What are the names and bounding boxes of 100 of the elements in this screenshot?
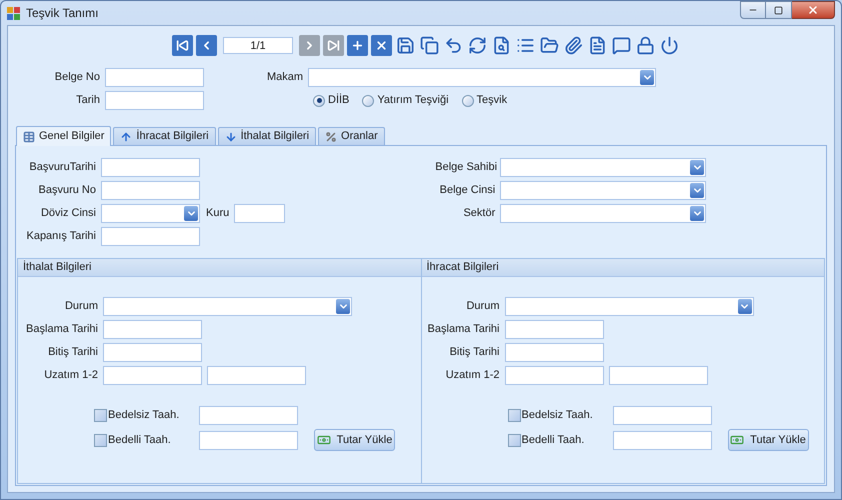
dropdown-field[interactable] — [504, 297, 754, 316]
field-label: Uzatım 1-2 — [43, 368, 98, 384]
field-label: Uzatım 1-2 — [444, 368, 500, 384]
save-icon — [396, 36, 415, 55]
text-field[interactable] — [207, 366, 306, 385]
field-label: Kuru — [206, 206, 230, 222]
last-icon — [327, 39, 340, 52]
load-amount-button[interactable]: Tutar Yükle — [728, 429, 808, 451]
field-label: Başlama Tarihi — [426, 322, 500, 338]
percent-icon — [325, 130, 338, 142]
tab[interactable]: İthalat Bilgileri — [218, 127, 316, 145]
dropdown-field[interactable] — [500, 204, 706, 223]
first-icon — [176, 39, 189, 52]
text-field[interactable] — [199, 430, 298, 450]
dropdown-field[interactable] — [101, 204, 200, 223]
dropdown-field[interactable] — [308, 68, 656, 87]
maximize-button[interactable] — [766, 1, 792, 19]
toolbar-button[interactable] — [371, 35, 392, 56]
field-label: Durum — [64, 299, 98, 314]
close-button[interactable] — [792, 1, 835, 19]
text-field[interactable] — [504, 343, 604, 362]
text-field[interactable] — [101, 227, 200, 246]
field-label: Bitiş Tarihi — [448, 345, 500, 360]
text-field[interactable] — [504, 320, 604, 339]
radio-button[interactable] — [362, 94, 374, 106]
folder-icon — [540, 36, 559, 55]
delete-icon — [375, 39, 388, 52]
group-title: İhracat Bilgileri — [426, 260, 499, 276]
money-icon — [730, 433, 744, 447]
field-label: Belge Sahibi — [435, 160, 496, 176]
toolbar-button[interactable] — [419, 35, 440, 56]
table-icon — [23, 130, 35, 142]
field-label: Kapanış Tarihi — [25, 229, 96, 244]
page-field[interactable]: 1/1 — [223, 37, 293, 54]
text-field[interactable] — [101, 158, 200, 177]
toolbar-button[interactable] — [395, 35, 416, 56]
app-icon — [7, 6, 20, 20]
comment-icon — [612, 36, 631, 55]
checkbox-label: Bedelsiz Taah. — [522, 408, 593, 424]
load-amount-button[interactable]: Tutar Yükle — [314, 429, 395, 451]
toolbar-button[interactable] — [347, 35, 368, 56]
toolbar-button[interactable] — [196, 35, 217, 56]
field-label: Belge No — [54, 70, 100, 86]
document-icon — [588, 36, 607, 55]
text-field[interactable] — [101, 181, 200, 200]
tab[interactable]: Oranlar — [318, 127, 385, 145]
save-copy-icon — [420, 36, 439, 55]
toolbar-button[interactable] — [635, 35, 656, 56]
toolbar-button[interactable] — [659, 35, 680, 56]
text-field[interactable] — [103, 343, 202, 362]
text-field[interactable] — [105, 68, 204, 87]
paperclip-icon — [564, 36, 583, 55]
down-arrow-icon — [224, 130, 237, 142]
field-label: Belge Cinsi — [438, 183, 496, 198]
radio-label: DİİB — [328, 92, 350, 108]
text-field[interactable] — [504, 366, 604, 385]
field-label: Durum — [465, 299, 500, 314]
toolbar-button[interactable] — [467, 35, 488, 56]
dropdown-field[interactable] — [500, 158, 706, 177]
preview-icon — [492, 36, 511, 55]
radio-button[interactable] — [313, 94, 325, 106]
text-field[interactable] — [103, 320, 202, 339]
checkbox[interactable] — [508, 409, 520, 422]
toolbar-button[interactable] — [563, 35, 584, 56]
text-field[interactable] — [608, 366, 708, 385]
field-label: Döviz Cinsi — [40, 206, 96, 222]
field-label: Başlama Tarihi — [25, 322, 98, 338]
text-field[interactable] — [612, 406, 712, 425]
field-label: Sektör — [462, 206, 496, 222]
field-label: Bitiş Tarihi — [47, 345, 98, 360]
dropdown-field[interactable] — [500, 181, 706, 200]
text-field[interactable] — [234, 204, 286, 223]
toolbar-button[interactable] — [172, 35, 193, 56]
dropdown-field[interactable] — [103, 297, 352, 316]
text-field[interactable] — [105, 91, 204, 110]
text-field[interactable] — [612, 430, 712, 450]
radio-label: Yatırım Teşviği — [377, 93, 449, 108]
checkbox[interactable] — [94, 409, 107, 422]
field-label: Makam — [266, 70, 303, 86]
checkbox-label: Bedelsiz Taah. — [108, 408, 180, 424]
checkbox[interactable] — [508, 434, 520, 446]
text-field[interactable] — [199, 406, 298, 425]
lock-icon — [636, 36, 655, 55]
money-icon — [316, 433, 331, 447]
field-label: Tarih — [75, 93, 100, 108]
tab[interactable]: Genel Bilgiler — [16, 126, 112, 146]
undo-icon — [444, 36, 463, 55]
field-label: Başvuru No — [38, 183, 96, 198]
checkbox-label: Bedelli Taah. — [522, 432, 584, 448]
radio-button[interactable] — [462, 94, 474, 106]
close-icon — [807, 4, 819, 16]
window-title: Teşvik Tanımı — [26, 5, 98, 22]
group-title: İthalat Bilgileri — [23, 260, 92, 276]
up-arrow-icon — [120, 130, 132, 142]
text-field[interactable] — [103, 366, 202, 385]
toolbar-button[interactable] — [611, 35, 632, 56]
radio-label: Teşvik — [476, 93, 508, 108]
checkbox[interactable] — [94, 434, 107, 446]
maximize-icon — [774, 6, 783, 14]
tab[interactable]: İhracat Bilgileri — [113, 127, 216, 145]
